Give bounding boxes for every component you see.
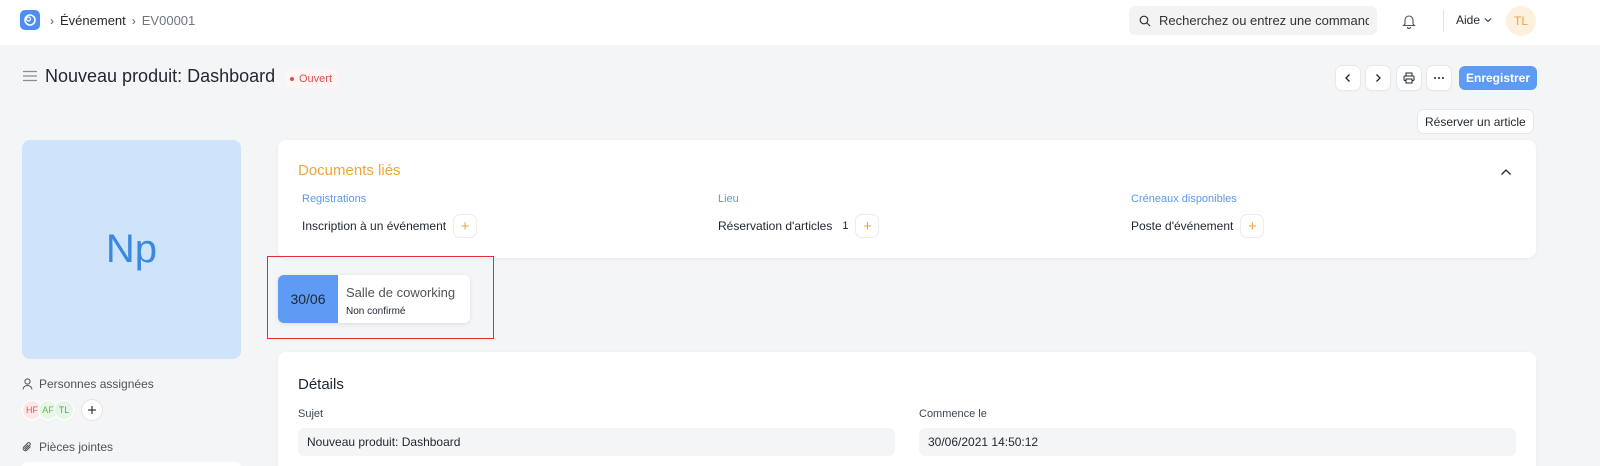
slot-title: Salle de coworking bbox=[346, 285, 456, 300]
help-dropdown[interactable]: Aide bbox=[1456, 13, 1492, 27]
user-icon bbox=[22, 378, 33, 390]
user-avatar[interactable]: TL bbox=[1506, 6, 1536, 36]
add-assignee-button[interactable] bbox=[82, 400, 102, 420]
navbar: › Événement › EV00001 Aide TL bbox=[0, 0, 1600, 45]
assignee-avatar[interactable]: TL bbox=[54, 400, 74, 420]
add-linked-doc-button[interactable]: + bbox=[856, 215, 879, 237]
details-title: Détails bbox=[298, 376, 344, 393]
printer-icon bbox=[1403, 72, 1415, 84]
app-logo-icon[interactable] bbox=[20, 10, 40, 30]
save-button[interactable]: Enregistrer bbox=[1459, 66, 1537, 90]
notification-bell-icon[interactable] bbox=[1402, 13, 1416, 29]
chevron-right-icon: › bbox=[50, 13, 54, 28]
starts-on-field[interactable]: 30/06/2021 14:50:12 bbox=[919, 428, 1516, 456]
status-badge: Ouvert bbox=[285, 69, 338, 88]
linked-group-slots: Créneaux disponibles Poste d'événement + bbox=[1131, 193, 1264, 237]
more-actions-button[interactable] bbox=[1427, 66, 1451, 90]
linked-group-registrations: Registrations Inscription à un événement… bbox=[302, 193, 477, 237]
slot-date: 30/06 bbox=[278, 275, 338, 323]
details-card: Détails Sujet Nouveau produit: Dashboard… bbox=[278, 352, 1536, 466]
previous-record-button[interactable] bbox=[1336, 66, 1360, 90]
event-slot-card[interactable]: 30/06 Salle de coworking Non confirmé bbox=[278, 275, 470, 323]
linked-group-category: Registrations bbox=[302, 193, 367, 205]
next-record-button[interactable] bbox=[1366, 66, 1390, 90]
breadcrumb: › Événement › EV00001 bbox=[50, 13, 195, 28]
linked-group-category: Créneaux disponibles bbox=[1131, 193, 1237, 205]
attachments-area[interactable] bbox=[22, 462, 241, 466]
linked-doc-link[interactable]: Inscription à un événement bbox=[302, 219, 446, 233]
chevron-left-icon bbox=[1345, 74, 1350, 82]
linked-doc-link[interactable]: Poste d'événement bbox=[1131, 219, 1233, 233]
linked-group-category: Lieu bbox=[718, 193, 739, 205]
navbar-divider bbox=[1443, 10, 1444, 32]
more-horizontal-icon bbox=[1434, 77, 1444, 79]
slot-status: Non confirmé bbox=[346, 306, 406, 317]
linked-doc-link[interactable]: Réservation d'articles bbox=[718, 219, 832, 233]
plus-icon bbox=[88, 406, 96, 414]
linked-group-venue: Lieu Réservation d'articles 1 + bbox=[718, 193, 879, 237]
print-button[interactable] bbox=[1397, 66, 1421, 90]
subject-label: Sujet bbox=[298, 408, 324, 420]
assignee-list: HF AF TL bbox=[22, 400, 102, 420]
breadcrumb-item-event[interactable]: Événement bbox=[60, 13, 126, 28]
chevron-down-icon bbox=[1484, 18, 1492, 23]
attachments-text: Pièces jointes bbox=[39, 440, 114, 454]
linked-doc-count: 1 bbox=[842, 220, 849, 232]
status-dot bbox=[290, 76, 294, 81]
search-input[interactable] bbox=[1159, 13, 1369, 28]
chevron-right-icon bbox=[1376, 74, 1381, 82]
page-title: Nouveau produit: Dashboard bbox=[45, 66, 276, 86]
add-linked-doc-button[interactable]: + bbox=[1241, 215, 1264, 237]
search-bar[interactable] bbox=[1129, 6, 1377, 35]
status-label: Ouvert bbox=[299, 72, 333, 85]
assigned-to-label: Personnes assignées bbox=[22, 377, 154, 391]
chevron-right-icon: › bbox=[131, 13, 136, 28]
subject-field[interactable]: Nouveau produit: Dashboard bbox=[298, 428, 895, 456]
search-icon bbox=[1139, 15, 1151, 26]
attachments-label: Pièces jointes bbox=[22, 440, 113, 454]
record-image-placeholder[interactable]: Np bbox=[22, 140, 241, 359]
linked-documents-title: Documents liés bbox=[298, 162, 401, 179]
reserve-item-button[interactable]: Réserver un article bbox=[1418, 110, 1533, 133]
paperclip-icon bbox=[22, 442, 31, 452]
breadcrumb-item-record[interactable]: EV00001 bbox=[142, 13, 196, 28]
starts-on-label: Commence le bbox=[919, 408, 987, 420]
linked-documents-card: Documents liés Registrations Inscription… bbox=[278, 140, 1536, 258]
help-label: Aide bbox=[1456, 13, 1481, 27]
add-linked-doc-button[interactable]: + bbox=[454, 215, 477, 237]
sidebar-toggle-icon[interactable] bbox=[23, 70, 37, 82]
chevron-up-icon[interactable] bbox=[1500, 168, 1512, 176]
assigned-to-text: Personnes assignées bbox=[39, 377, 154, 391]
